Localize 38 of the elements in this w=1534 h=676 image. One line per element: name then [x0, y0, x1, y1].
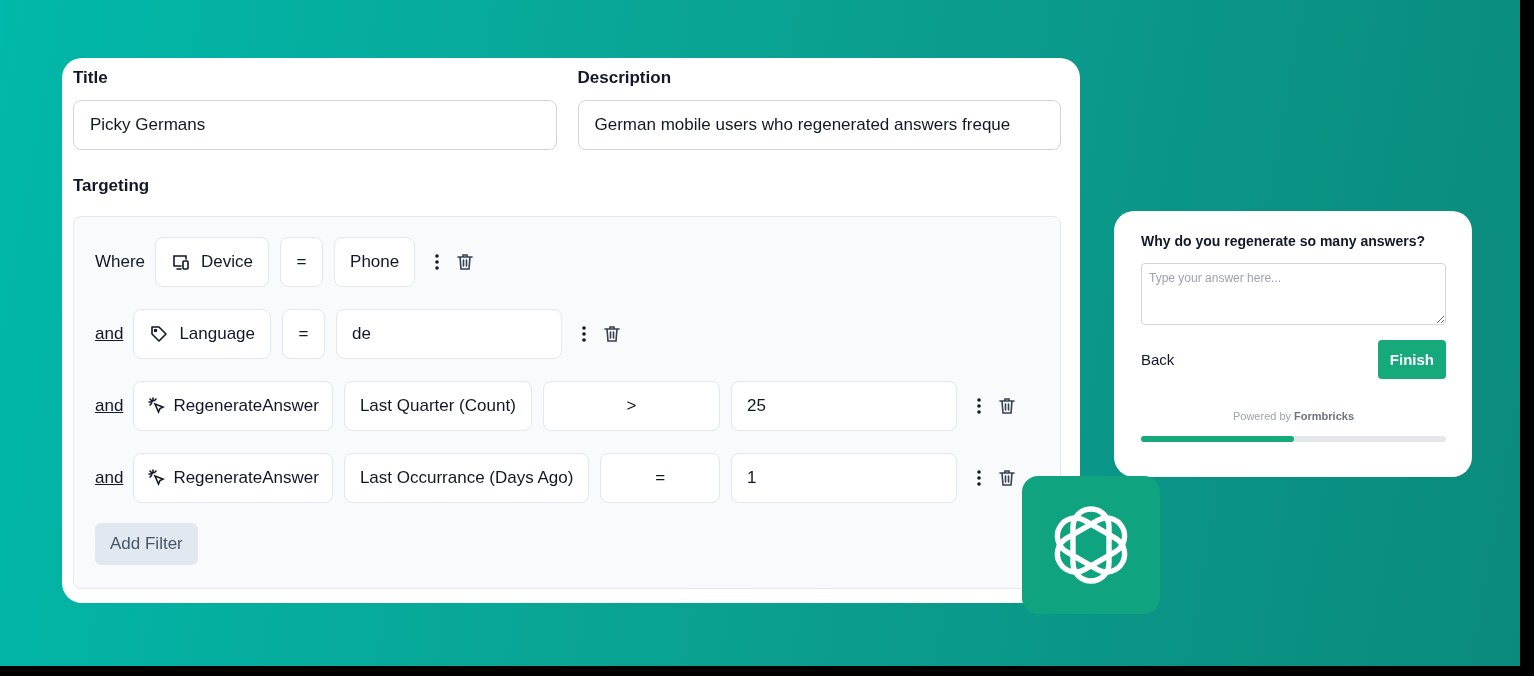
answer-field[interactable]: Type your answer here... — [1141, 263, 1446, 325]
operator-select[interactable]: = — [282, 309, 325, 359]
trash-icon[interactable] — [455, 252, 476, 272]
operator-select[interactable]: = — [280, 237, 324, 287]
description-field[interactable]: German mobile users who regenerated answers freque — [577, 100, 1061, 150]
value-select[interactable]: Last Occurrance (Days Ago) — [343, 453, 590, 503]
survey-question: Why do you regenerate so many answers? — [1141, 233, 1426, 249]
trash-icon[interactable] — [997, 396, 1017, 416]
value-field[interactable]: de — [336, 309, 562, 359]
tag-icon — [149, 324, 170, 344]
connector-link[interactable]: and — [95, 468, 124, 488]
value-field[interactable]: 1 — [731, 453, 957, 503]
more-icon[interactable] — [976, 468, 982, 488]
more-icon[interactable] — [434, 252, 441, 272]
trash-icon[interactable] — [602, 324, 622, 344]
operator-select[interactable]: > — [542, 381, 720, 431]
attribute-select[interactable]: RegenerateAnswer — [133, 381, 333, 431]
value-select[interactable]: Phone — [334, 237, 416, 287]
more-icon[interactable] — [976, 396, 982, 416]
devices-icon — [171, 252, 192, 272]
field-label: Title — [73, 67, 109, 89]
attribute-select[interactable]: Language — [133, 309, 271, 359]
add-filter-button[interactable]: Add Filter — [95, 523, 198, 565]
value-field[interactable]: 25 — [731, 381, 957, 431]
field-label: Description — [577, 67, 673, 89]
more-icon[interactable] — [581, 324, 587, 344]
section-label: Targeting — [73, 175, 151, 197]
powered-by-text: Powered by Formbricks — [1231, 410, 1356, 422]
title-field[interactable]: Picky Germans — [73, 100, 557, 150]
connector-link[interactable]: and — [95, 324, 124, 344]
trash-icon[interactable] — [997, 468, 1017, 488]
connector-link[interactable]: and — [95, 396, 124, 416]
attribute-select[interactable]: Device — [155, 237, 270, 287]
operator-select[interactable]: = — [600, 453, 720, 503]
value-select[interactable]: Last Quarter (Count) — [343, 381, 532, 431]
connector-label: Where — [95, 252, 146, 272]
back-button[interactable]: Back — [1141, 343, 1175, 376]
attribute-select[interactable]: RegenerateAnswer — [133, 453, 333, 503]
